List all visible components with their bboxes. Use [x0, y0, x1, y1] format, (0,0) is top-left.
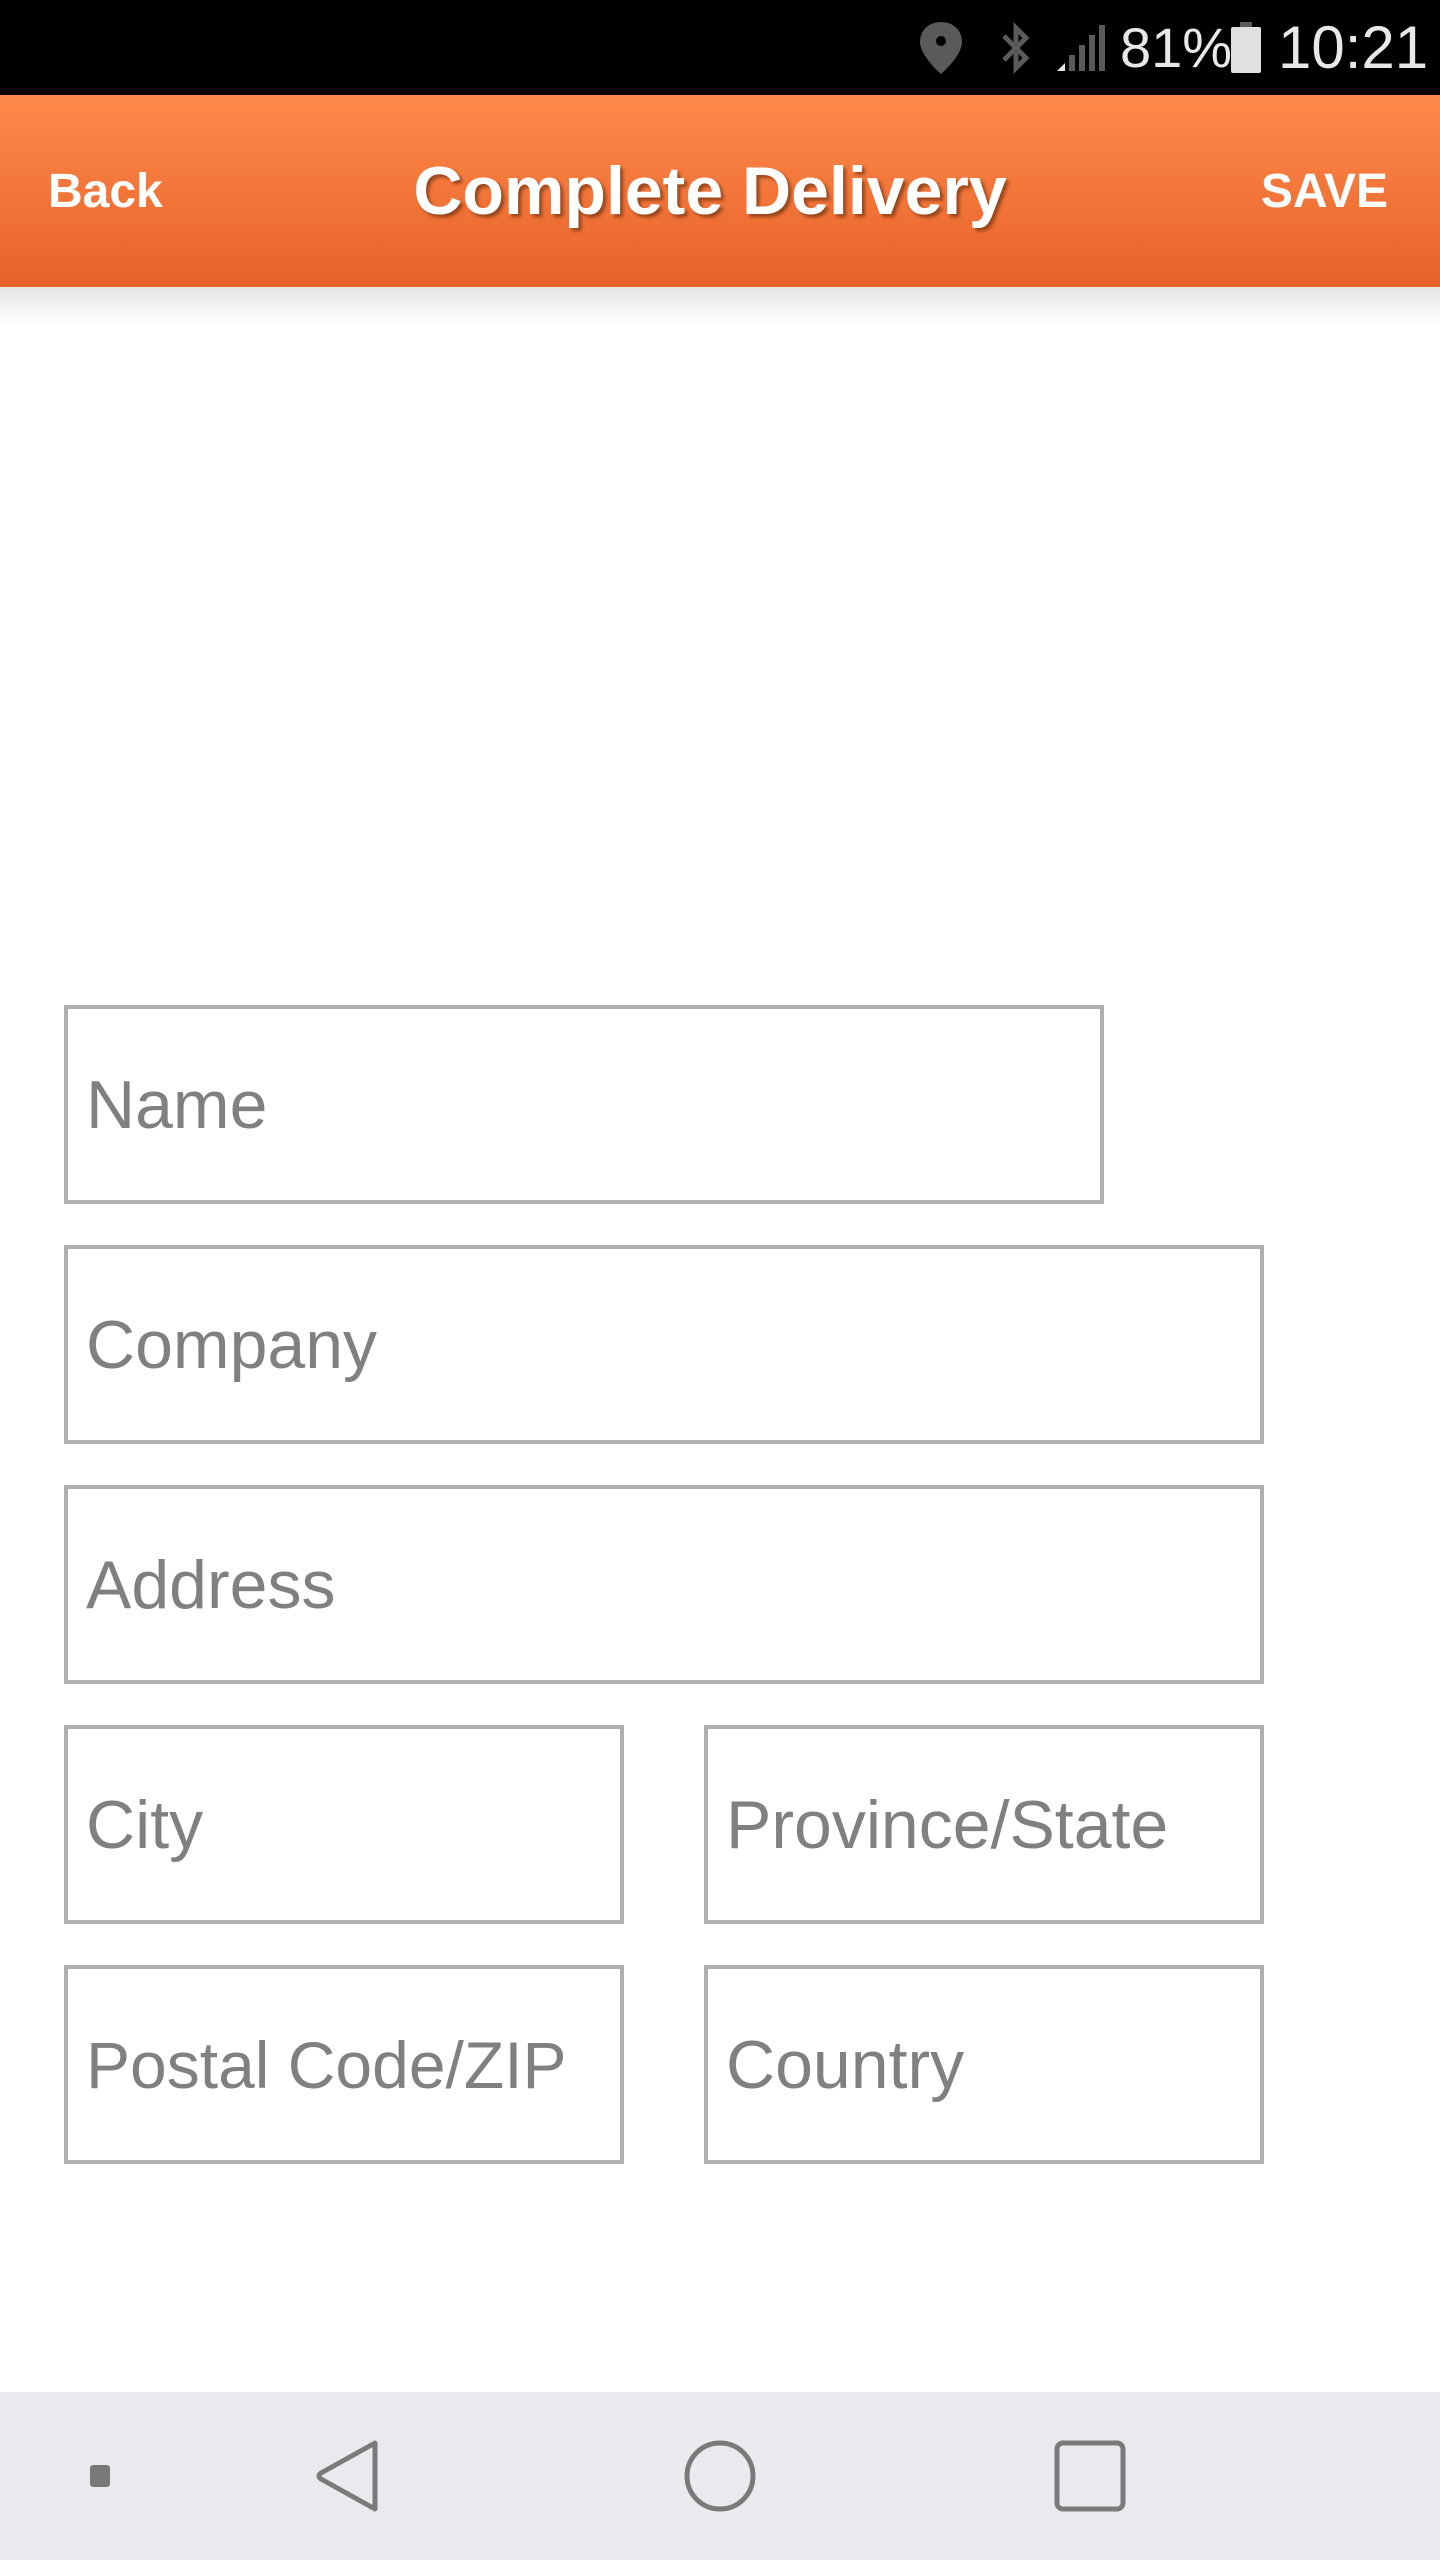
address-input[interactable]: [68, 1489, 1260, 1680]
name-input[interactable]: [68, 1009, 1100, 1200]
province-field-box: [704, 1725, 1264, 1924]
city-field-box: [64, 1725, 624, 1924]
city-input[interactable]: [68, 1729, 620, 1920]
menu-dot-icon[interactable]: [70, 2392, 130, 2560]
country-field-box: [704, 1965, 1264, 2164]
back-triangle-icon[interactable]: [300, 2392, 400, 2560]
postal-field-box: [64, 1965, 624, 2164]
company-input[interactable]: [68, 1249, 1260, 1440]
country-input[interactable]: [708, 1969, 1260, 2160]
recents-square-icon[interactable]: [1040, 2392, 1140, 2560]
signal-icon: [1055, 0, 1105, 95]
clock: 10:21: [1278, 14, 1429, 81]
company-field-box: [64, 1245, 1264, 1444]
province-state-input[interactable]: [708, 1729, 1260, 1920]
name-field-box: [64, 1005, 1104, 1204]
location-icon: [918, 0, 964, 95]
save-button[interactable]: SAVE: [1261, 95, 1388, 287]
battery-percent: 81%: [1120, 16, 1233, 79]
header-shadow: [0, 287, 1440, 327]
postal-code-input[interactable]: [68, 1969, 620, 2160]
page-title: Complete Delivery: [413, 153, 1007, 229]
bluetooth-icon: [1000, 0, 1032, 95]
address-field-box: [64, 1485, 1264, 1684]
battery-icon: [1230, 0, 1262, 95]
home-circle-icon[interactable]: [670, 2392, 770, 2560]
